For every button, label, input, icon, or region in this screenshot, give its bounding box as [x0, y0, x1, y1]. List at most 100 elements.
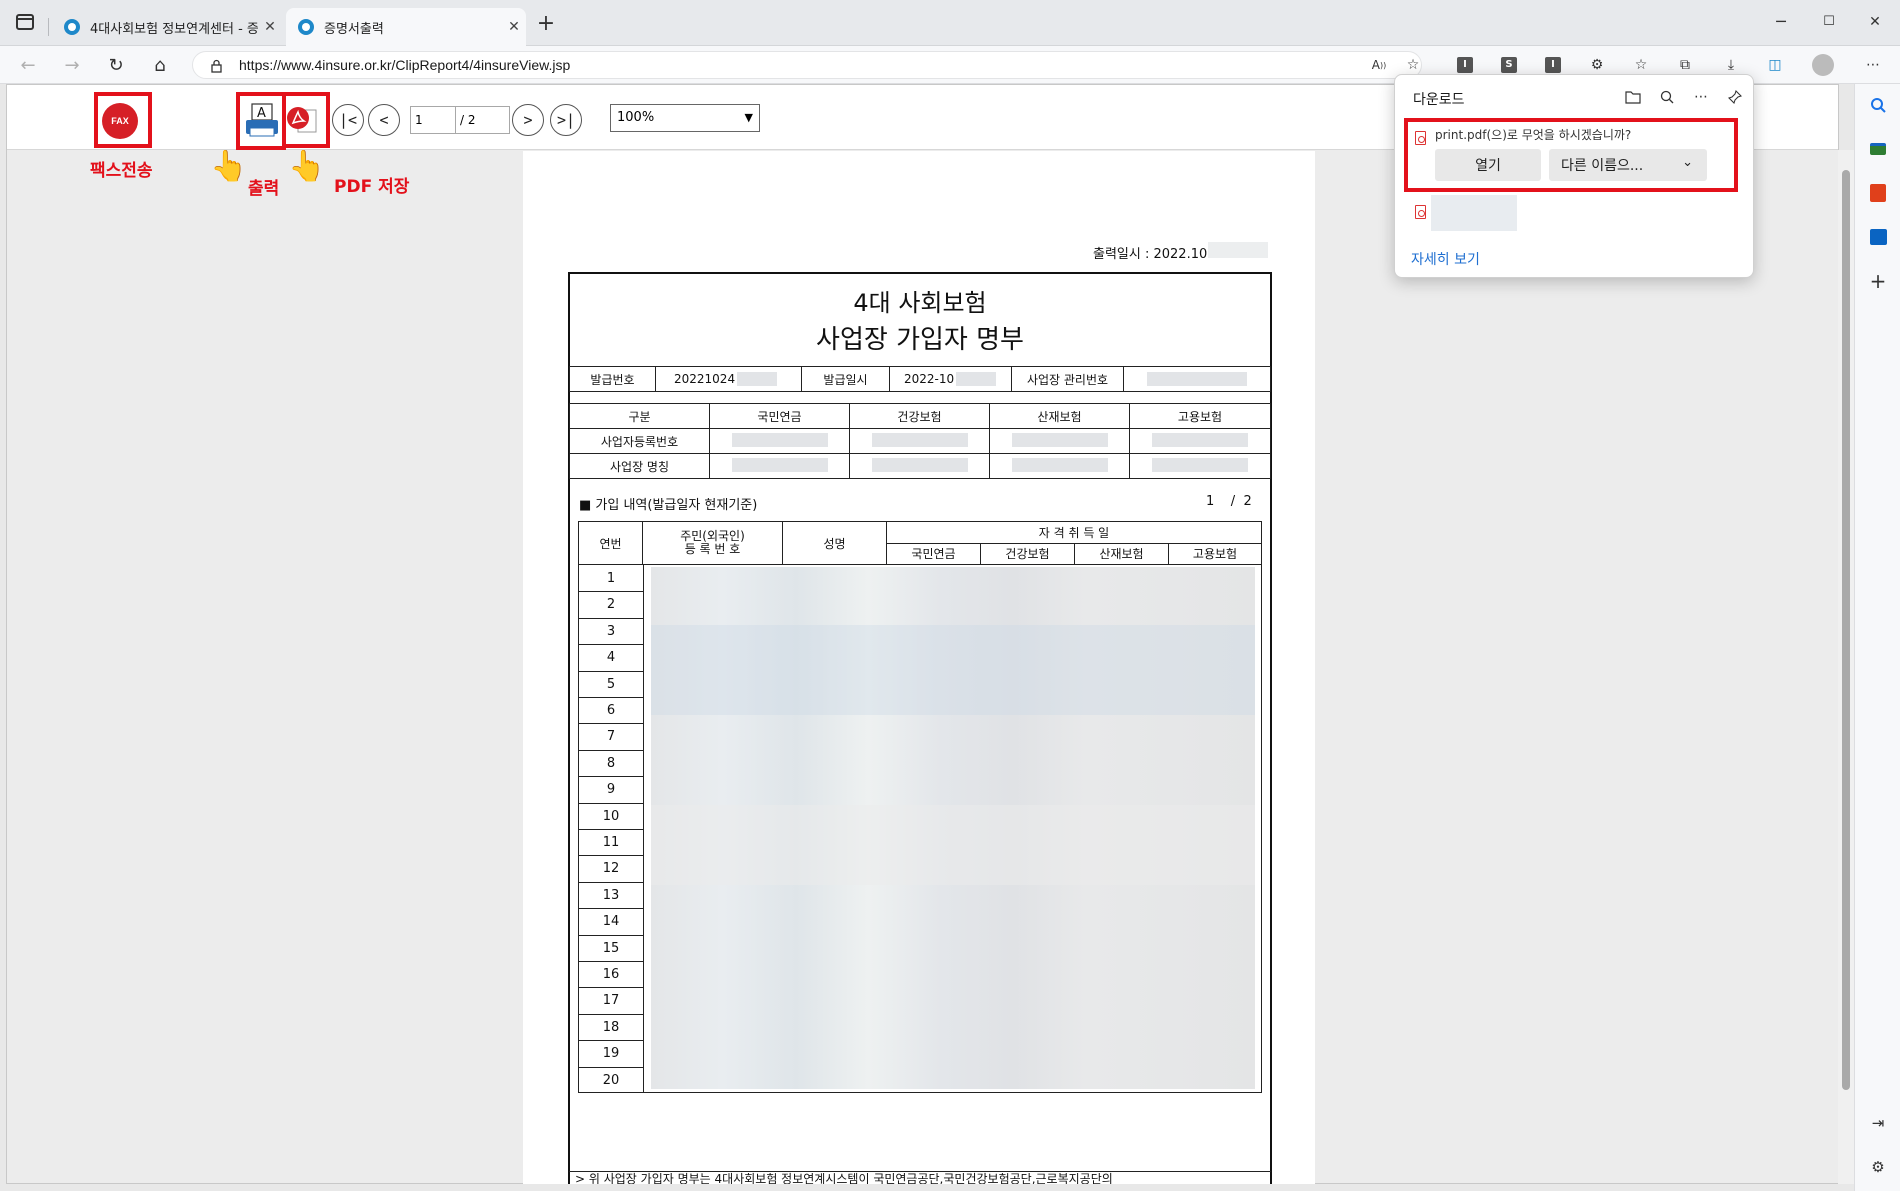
scrollbar-thumb[interactable]	[1842, 170, 1850, 1090]
column-divider	[643, 565, 644, 1093]
row-divider	[579, 829, 643, 830]
tab-actions-icon[interactable]	[16, 14, 34, 30]
row-divider	[579, 1066, 643, 1068]
extension-i2-icon[interactable]: I	[1542, 54, 1564, 76]
sub-header: 산재보험	[1074, 542, 1169, 565]
home-button[interactable]: ⌂	[144, 50, 176, 80]
sub-header: 국민연금	[886, 542, 981, 565]
page-number-input[interactable]: 1	[410, 106, 456, 134]
minimize-button[interactable]: ─	[1758, 8, 1804, 36]
see-more-link[interactable]: 자세히 보기	[1411, 249, 1480, 269]
extension-i-icon[interactable]: I	[1454, 54, 1476, 76]
new-tab-button[interactable]: +	[532, 10, 560, 38]
chevron-down-icon: ▼	[744, 111, 753, 124]
redacted-cell	[1129, 453, 1271, 479]
first-page-button[interactable]: |<	[332, 104, 364, 136]
row-divider	[579, 908, 643, 910]
favorites-icon[interactable]: ☆	[1630, 54, 1652, 76]
split-screen-icon[interactable]: ◫	[1764, 54, 1786, 76]
row-divider	[579, 697, 643, 698]
office-icon[interactable]	[1867, 182, 1889, 204]
more-options-icon[interactable]: ⋯	[1691, 87, 1711, 107]
member-rows: 1 2 3 4 5 6 7 8 9 10 11 12 13 14 15 16 17 18 19 20	[578, 565, 1262, 1093]
zoom-select[interactable]: 100% ▼	[610, 104, 760, 132]
profile-icon[interactable]	[1812, 54, 1834, 76]
redacted-cell	[849, 453, 990, 479]
open-folder-icon[interactable]	[1623, 87, 1643, 107]
row-number: 7	[606, 729, 616, 745]
mgmt-no-value	[1123, 366, 1271, 392]
prev-page-button[interactable]: <	[368, 104, 400, 136]
row-divider	[579, 1040, 643, 1042]
url-field[interactable]: https://www.4insure.or.kr/ClipReport4/4i…	[192, 51, 1422, 79]
lock-icon[interactable]	[211, 58, 222, 73]
header-cell: 산재보험	[989, 403, 1130, 429]
row-divider	[579, 881, 643, 883]
close-tab-icon[interactable]: ✕	[502, 19, 526, 35]
back-button[interactable]: ←	[12, 50, 44, 80]
tab-4insure-center[interactable]: 4대사회보험 정보연계센터 - 증명 ✕	[52, 8, 282, 46]
extensions-icon[interactable]: ⚙	[1586, 54, 1608, 76]
issue-info-table: 발급번호 20221024 발급일시 2022-10 사업장 관리번호	[569, 366, 1271, 392]
header-cell: 건강보험	[849, 403, 990, 429]
pin-icon[interactable]	[1725, 87, 1745, 107]
fax-highlight-box	[94, 92, 152, 148]
add-sidebar-app-icon[interactable]: +	[1867, 269, 1889, 293]
search-icon[interactable]	[1657, 87, 1677, 107]
hide-sidebar-icon[interactable]: ⇥	[1867, 1112, 1889, 1134]
doc-title-1: 4대 사회보험	[853, 289, 987, 317]
row-number: 19	[602, 1046, 620, 1062]
header-cell: 구분	[569, 403, 710, 429]
read-aloud-icon[interactable]: A))	[1368, 54, 1390, 76]
sub-header: 고용보험	[1168, 542, 1262, 565]
next-page-button[interactable]: >	[512, 104, 544, 136]
favorite-add-icon[interactable]: ☆	[1402, 54, 1424, 76]
page-indicator: 1 / 2	[1206, 494, 1252, 509]
pointing-hand-icon: 👆	[288, 149, 326, 184]
outlook-icon[interactable]	[1867, 226, 1889, 248]
issue-date-label: 발급일시	[801, 366, 890, 392]
row-divider	[579, 617, 643, 619]
shopping-icon[interactable]	[1867, 138, 1889, 160]
collections-icon[interactable]: ⧉	[1674, 54, 1696, 76]
row-number: 14	[602, 914, 620, 930]
more-menu-icon[interactable]: ⋯	[1862, 54, 1884, 76]
refresh-button[interactable]: ↻	[100, 50, 132, 80]
row-number: 11	[602, 835, 620, 850]
row-number: 1	[606, 571, 616, 586]
redacted-download-item[interactable]	[1431, 195, 1517, 231]
row-number: 16	[602, 967, 620, 982]
id-header: 주민(외국인) 등 록 번 호	[642, 521, 783, 565]
row-divider	[579, 591, 643, 593]
row-divider	[579, 723, 643, 725]
viewer-scrollbar[interactable]	[1838, 150, 1854, 1184]
close-tab-icon[interactable]: ✕	[258, 19, 282, 35]
row-number: 3	[606, 623, 616, 639]
redacted-member-data	[651, 805, 1255, 885]
mgmt-no-label: 사업장 관리번호	[1011, 366, 1124, 392]
search-icon[interactable]	[1867, 94, 1889, 116]
acquire-date-header: 자 격 취 득 일	[886, 521, 1262, 544]
tab-certificate-print[interactable]: 증명서출력 ✕	[286, 8, 526, 46]
forward-button[interactable]: →	[56, 50, 88, 80]
maximize-button[interactable]: ☐	[1806, 8, 1852, 36]
issue-date-value: 2022-10	[889, 366, 1012, 392]
url-text: https://www.4insure.or.kr/ClipReport4/4i…	[239, 57, 571, 73]
print-date: 출력일시 : 2022.10.	[1093, 247, 1212, 262]
downloads-title: 다운로드	[1413, 92, 1465, 108]
row-divider	[579, 855, 643, 857]
tab-separator	[48, 18, 49, 36]
last-page-button[interactable]: >|	[550, 104, 582, 136]
row-divider	[579, 1013, 643, 1015]
redacted-cell	[1129, 428, 1271, 454]
settings-gear-icon[interactable]: ⚙	[1867, 1156, 1889, 1178]
row-divider	[579, 987, 643, 989]
downloads-icon[interactable]: ⤓	[1720, 54, 1742, 76]
redacted-cell	[849, 428, 990, 454]
pdf-callout: PDF 저장	[334, 177, 410, 197]
row-number: 8	[606, 755, 616, 771]
row-number: 13	[602, 887, 620, 903]
site-favicon-icon	[298, 19, 314, 35]
extension-s-icon[interactable]: S	[1498, 54, 1520, 76]
close-window-button[interactable]: ✕	[1852, 8, 1898, 36]
